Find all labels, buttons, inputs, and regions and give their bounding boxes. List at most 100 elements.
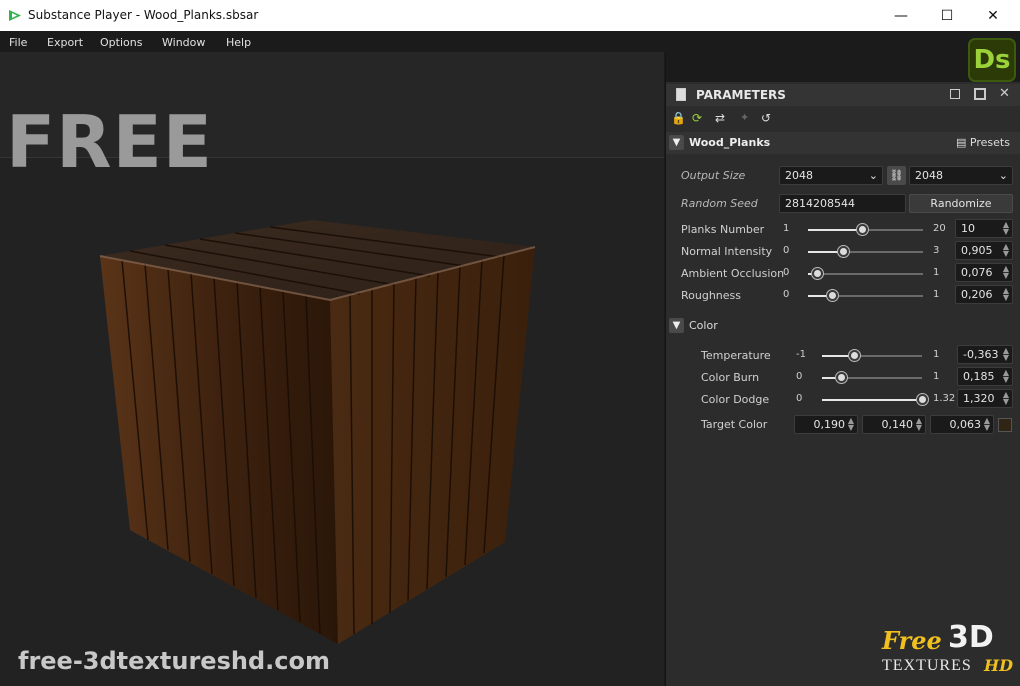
menu-options[interactable]: Options: [100, 36, 142, 49]
slider-label: Color Burn: [701, 371, 760, 384]
watermark-site: free-3dtextureshd.com: [18, 647, 330, 675]
ds-badge: Ds: [968, 38, 1016, 82]
slider-handle[interactable]: [917, 394, 928, 405]
presets-label: Presets: [969, 136, 1010, 149]
presets-button[interactable]: ▤ Presets: [956, 136, 1010, 149]
slider-min: 0: [783, 245, 790, 256]
lock-icon[interactable]: 🔒: [671, 111, 686, 125]
menu-window[interactable]: Window: [162, 36, 205, 49]
slider-value-input[interactable]: 10 ▲ ▼: [955, 219, 1013, 238]
slider-row: Color Burn 0 1 0,185 ▲ ▼: [666, 367, 1020, 387]
chevron-down-icon[interactable]: ▼: [669, 318, 684, 333]
slider-handle[interactable]: [857, 224, 869, 235]
graph-name: Wood_Planks: [689, 136, 771, 149]
panel-close-icon[interactable]: ✕: [999, 86, 1010, 101]
output-width-value: 2048: [785, 169, 813, 182]
slider-value-input[interactable]: -0,363 ▲ ▼: [957, 345, 1013, 364]
slider-value: 0,076: [961, 266, 993, 279]
watermark-free: FREE: [6, 100, 213, 184]
slider-fill: [822, 399, 922, 401]
slider-min: 0: [796, 393, 803, 404]
slider-max: 1: [933, 349, 940, 360]
slider-handle[interactable]: [837, 246, 849, 257]
slider-row: Normal Intensity 0 3 0,905 ▲ ▼: [666, 241, 1020, 261]
window-title: Substance Player - Wood_Planks.sbsar: [28, 8, 259, 22]
target-color-b-value: 0,063: [949, 418, 982, 431]
slider-value-input[interactable]: 1,320 ▲ ▼: [957, 389, 1013, 408]
sync-icon[interactable]: ⟳: [692, 111, 702, 125]
chevron-down-icon[interactable]: ▼: [669, 135, 684, 150]
slider-label: Normal Intensity: [681, 245, 773, 258]
slider-value-input[interactable]: 0,185 ▲ ▼: [957, 367, 1013, 386]
logo-textures-text: TEXTURES: [882, 657, 972, 674]
random-seed-label: Random Seed: [681, 197, 758, 210]
logo-free-text: Free: [882, 626, 942, 655]
slider-min: 0: [783, 267, 790, 278]
pin-icon[interactable]: ✦: [740, 111, 749, 124]
target-color-r[interactable]: 0,190 ▲ ▼: [794, 415, 858, 434]
slider-value: 10: [961, 222, 975, 235]
slider-value-input[interactable]: 0,206 ▲ ▼: [955, 285, 1013, 304]
close-button[interactable]: ✕: [970, 0, 1016, 31]
slider-track[interactable]: [808, 273, 923, 275]
panel-toolbar: 🔒 ⟳ ⇄ ✦ ↺: [666, 110, 1020, 128]
slider-value-input[interactable]: 0,076 ▲ ▼: [955, 263, 1013, 282]
link-icon[interactable]: ⛓: [887, 166, 906, 185]
slider-max: 20: [933, 223, 946, 234]
ds-row: Ds: [666, 38, 1020, 82]
maximize-button[interactable]: ☐: [924, 0, 970, 31]
reset-icon[interactable]: ↺: [761, 111, 771, 125]
slider-max: 1.32: [933, 393, 956, 404]
slider-max: 3: [933, 245, 940, 256]
output-size-label: Output Size: [681, 169, 746, 182]
logo-3d-text: 3D: [948, 620, 994, 655]
slider-row: Temperature -1 1 -0,363 ▲ ▼: [666, 345, 1020, 365]
slider-min: -1: [796, 349, 806, 360]
output-width-select[interactable]: 2048 ⌄: [779, 166, 883, 185]
slider-max: 1: [933, 267, 940, 278]
section-color[interactable]: ▼ Color: [666, 315, 1020, 337]
section-wood-planks[interactable]: ▼ Wood_Planks ▤ Presets: [666, 132, 1020, 154]
document-icon: [676, 88, 686, 101]
slider-value: 0,185: [963, 370, 995, 383]
slider-value: -0,363: [963, 348, 999, 361]
menu-help[interactable]: Help: [226, 36, 251, 49]
randomize-button[interactable]: Randomize: [909, 194, 1013, 213]
slider-label: Temperature: [701, 349, 771, 362]
output-size-row: Output Size 2048 ⌄ ⛓ 2048 ⌄: [666, 166, 1020, 186]
slider-row: Ambient Occlusion 0 1 0,076 ▲ ▼: [666, 263, 1020, 283]
chevron-down-icon: ⌄: [998, 169, 1008, 182]
minimize-button[interactable]: —: [878, 0, 924, 31]
panel-maximize-icon[interactable]: [974, 88, 986, 100]
target-color-g[interactable]: 0,140 ▲ ▼: [862, 415, 926, 434]
slider-min: 0: [783, 289, 790, 300]
slider-handle[interactable]: [849, 350, 860, 361]
title-bar: Substance Player - Wood_Planks.sbsar — ☐…: [0, 0, 1020, 31]
slider-row: Planks Number 1 20 10 ▲ ▼: [666, 219, 1020, 239]
slider-value: 0,905: [961, 244, 993, 257]
slider-handle[interactable]: [836, 372, 847, 383]
tweak-icon[interactable]: ⇄: [715, 111, 725, 125]
slider-label: Roughness: [681, 289, 742, 302]
target-color-b[interactable]: 0,063 ▲ ▼: [930, 415, 994, 434]
menu-file[interactable]: File: [9, 36, 27, 49]
slider-max: 1: [933, 289, 940, 300]
slider-value-input[interactable]: 0,905 ▲ ▼: [955, 241, 1013, 260]
slider-handle[interactable]: [827, 290, 839, 301]
slider-handle[interactable]: [812, 268, 824, 279]
random-seed-input[interactable]: 2814208544: [779, 194, 906, 213]
slider-label: Ambient Occlusion: [681, 267, 785, 280]
menu-bar: File Export Options Window Help: [0, 31, 1020, 52]
panel-float-icon[interactable]: [950, 89, 960, 99]
target-color-label: Target Color: [701, 418, 768, 431]
substance-player-icon: [9, 10, 21, 21]
menu-export[interactable]: Export: [47, 36, 83, 49]
target-color-swatch[interactable]: [998, 418, 1012, 432]
random-seed-row: Random Seed 2814208544 Randomize: [666, 194, 1020, 214]
slider-row: Roughness 0 1 0,206 ▲ ▼: [666, 285, 1020, 305]
panel-header: PARAMETERS ✕: [666, 84, 1020, 106]
logo-hd-text: HD: [984, 656, 1013, 675]
3d-viewport[interactable]: FREE: [0, 52, 664, 686]
chevron-down-icon: ⌄: [868, 169, 878, 182]
output-height-select[interactable]: 2048 ⌄: [909, 166, 1013, 185]
